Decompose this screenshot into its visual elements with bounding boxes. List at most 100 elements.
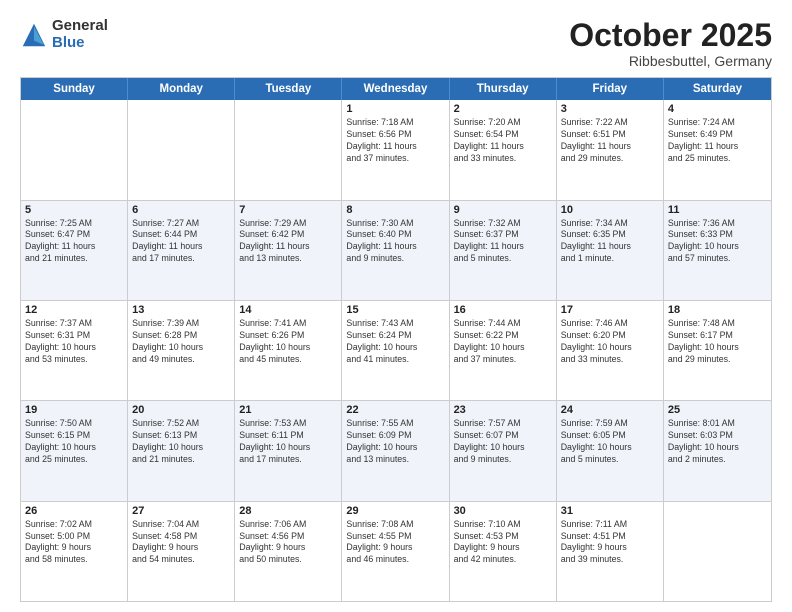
cal-cell-w0-d5: 3 Sunrise: 7:22 AM Sunset: 6:51 PM Daylig… <box>557 100 664 199</box>
day-info: Sunrise: 7:46 AM Sunset: 6:20 PM Dayligh… <box>561 318 659 366</box>
day-number: 22 <box>346 404 444 416</box>
day-number: 29 <box>346 505 444 517</box>
day-info: Sunrise: 7:39 AM Sunset: 6:28 PM Dayligh… <box>132 318 230 366</box>
day-info: Sunrise: 7:48 AM Sunset: 6:17 PM Dayligh… <box>668 318 767 366</box>
cal-cell-w1-d4: 9 Sunrise: 7:32 AM Sunset: 6:37 PM Daylig… <box>450 201 557 300</box>
cal-cell-w3-d3: 22 Sunrise: 7:55 AM Sunset: 6:09 PM Dayli… <box>342 401 449 500</box>
day-number: 20 <box>132 404 230 416</box>
cal-cell-w0-d1 <box>128 100 235 199</box>
logo-general-text: General <box>52 18 108 35</box>
week-row-1: 1 Sunrise: 7:18 AM Sunset: 6:56 PM Daylig… <box>21 100 771 200</box>
day-number: 13 <box>132 304 230 316</box>
cal-cell-w4-d0: 26 Sunrise: 7:02 AM Sunset: 5:00 PM Dayli… <box>21 502 128 601</box>
day-info: Sunrise: 7:04 AM Sunset: 4:58 PM Dayligh… <box>132 519 230 567</box>
day-number: 6 <box>132 204 230 216</box>
day-number: 9 <box>454 204 552 216</box>
day-number: 28 <box>239 505 337 517</box>
calendar-body: 1 Sunrise: 7:18 AM Sunset: 6:56 PM Daylig… <box>21 100 771 601</box>
cal-cell-w2-d0: 12Sunrise: 7:37 AM Sunset: 6:31 PM Dayli… <box>21 301 128 400</box>
cal-cell-w0-d3: 1 Sunrise: 7:18 AM Sunset: 6:56 PM Daylig… <box>342 100 449 199</box>
week-row-3: 12Sunrise: 7:37 AM Sunset: 6:31 PM Dayli… <box>21 301 771 401</box>
day-info: Sunrise: 7:11 AM Sunset: 4:51 PM Dayligh… <box>561 519 659 567</box>
day-info: Sunrise: 7:50 AM Sunset: 6:15 PM Dayligh… <box>25 418 123 466</box>
day-info: Sunrise: 7:02 AM Sunset: 5:00 PM Dayligh… <box>25 519 123 567</box>
week-row-5: 26 Sunrise: 7:02 AM Sunset: 5:00 PM Dayli… <box>21 502 771 601</box>
logo-blue-text: Blue <box>52 35 108 52</box>
cal-cell-w1-d5: 10Sunrise: 7:34 AM Sunset: 6:35 PM Dayli… <box>557 201 664 300</box>
day-info: Sunrise: 7:44 AM Sunset: 6:22 PM Dayligh… <box>454 318 552 366</box>
logo: General Blue <box>20 18 108 51</box>
header-monday: Monday <box>128 78 235 100</box>
day-number: 1 <box>346 103 444 115</box>
day-number: 16 <box>454 304 552 316</box>
day-info: Sunrise: 7:43 AM Sunset: 6:24 PM Dayligh… <box>346 318 444 366</box>
day-info: Sunrise: 7:53 AM Sunset: 6:11 PM Dayligh… <box>239 418 337 466</box>
day-number: 2 <box>454 103 552 115</box>
cal-cell-w3-d6: 25Sunrise: 8:01 AM Sunset: 6:03 PM Dayli… <box>664 401 771 500</box>
cal-cell-w1-d6: 11 Sunrise: 7:36 AM Sunset: 6:33 PM Dayli… <box>664 201 771 300</box>
cal-cell-w0-d6: 4 Sunrise: 7:24 AM Sunset: 6:49 PM Daylig… <box>664 100 771 199</box>
day-info: Sunrise: 7:27 AM Sunset: 6:44 PM Dayligh… <box>132 218 230 266</box>
day-info: Sunrise: 7:55 AM Sunset: 6:09 PM Dayligh… <box>346 418 444 466</box>
day-info: Sunrise: 7:29 AM Sunset: 6:42 PM Dayligh… <box>239 218 337 266</box>
day-info: Sunrise: 7:22 AM Sunset: 6:51 PM Dayligh… <box>561 117 659 165</box>
day-info: Sunrise: 7:52 AM Sunset: 6:13 PM Dayligh… <box>132 418 230 466</box>
cal-cell-w3-d4: 23 Sunrise: 7:57 AM Sunset: 6:07 PM Dayli… <box>450 401 557 500</box>
cal-cell-w2-d6: 18 Sunrise: 7:48 AM Sunset: 6:17 PM Dayli… <box>664 301 771 400</box>
day-number: 18 <box>668 304 767 316</box>
day-info: Sunrise: 7:37 AM Sunset: 6:31 PM Dayligh… <box>25 318 123 366</box>
day-info: Sunrise: 7:08 AM Sunset: 4:55 PM Dayligh… <box>346 519 444 567</box>
day-number: 26 <box>25 505 123 517</box>
week-row-4: 19 Sunrise: 7:50 AM Sunset: 6:15 PM Dayli… <box>21 401 771 501</box>
day-info: Sunrise: 7:57 AM Sunset: 6:07 PM Dayligh… <box>454 418 552 466</box>
day-number: 27 <box>132 505 230 517</box>
day-number: 4 <box>668 103 767 115</box>
header-saturday: Saturday <box>664 78 771 100</box>
day-number: 21 <box>239 404 337 416</box>
logo-icon <box>20 21 48 49</box>
day-number: 11 <box>668 204 767 216</box>
cal-cell-w3-d5: 24Sunrise: 7:59 AM Sunset: 6:05 PM Dayli… <box>557 401 664 500</box>
day-info: Sunrise: 7:41 AM Sunset: 6:26 PM Dayligh… <box>239 318 337 366</box>
day-number: 5 <box>25 204 123 216</box>
day-info: Sunrise: 7:18 AM Sunset: 6:56 PM Dayligh… <box>346 117 444 165</box>
day-number: 30 <box>454 505 552 517</box>
cal-cell-w4-d6 <box>664 502 771 601</box>
cal-cell-w1-d2: 7 Sunrise: 7:29 AM Sunset: 6:42 PM Daylig… <box>235 201 342 300</box>
cal-cell-w4-d4: 30 Sunrise: 7:10 AM Sunset: 4:53 PM Dayli… <box>450 502 557 601</box>
day-number: 19 <box>25 404 123 416</box>
day-info: Sunrise: 7:24 AM Sunset: 6:49 PM Dayligh… <box>668 117 767 165</box>
day-number: 23 <box>454 404 552 416</box>
cal-cell-w0-d0 <box>21 100 128 199</box>
header: General Blue October 2025 Ribbesbuttel, … <box>20 18 772 69</box>
day-number: 31 <box>561 505 659 517</box>
day-number: 25 <box>668 404 767 416</box>
day-info: Sunrise: 7:32 AM Sunset: 6:37 PM Dayligh… <box>454 218 552 266</box>
day-info: Sunrise: 7:30 AM Sunset: 6:40 PM Dayligh… <box>346 218 444 266</box>
day-number: 24 <box>561 404 659 416</box>
day-number: 7 <box>239 204 337 216</box>
header-tuesday: Tuesday <box>235 78 342 100</box>
day-info: Sunrise: 7:36 AM Sunset: 6:33 PM Dayligh… <box>668 218 767 266</box>
cal-cell-w1-d3: 8 Sunrise: 7:30 AM Sunset: 6:40 PM Daylig… <box>342 201 449 300</box>
calendar: Sunday Monday Tuesday Wednesday Thursday… <box>20 77 772 602</box>
title-block: October 2025 Ribbesbuttel, Germany <box>569 18 772 69</box>
calendar-subtitle: Ribbesbuttel, Germany <box>569 53 772 69</box>
cal-cell-w4-d2: 28 Sunrise: 7:06 AM Sunset: 4:56 PM Dayli… <box>235 502 342 601</box>
day-number: 8 <box>346 204 444 216</box>
cal-cell-w4-d1: 27 Sunrise: 7:04 AM Sunset: 4:58 PM Dayli… <box>128 502 235 601</box>
cal-cell-w2-d3: 15Sunrise: 7:43 AM Sunset: 6:24 PM Dayli… <box>342 301 449 400</box>
cal-cell-w1-d0: 5Sunrise: 7:25 AM Sunset: 6:47 PM Daylig… <box>21 201 128 300</box>
day-info: Sunrise: 7:10 AM Sunset: 4:53 PM Dayligh… <box>454 519 552 567</box>
logo-text: General Blue <box>52 18 108 51</box>
day-number: 3 <box>561 103 659 115</box>
cal-cell-w3-d2: 21 Sunrise: 7:53 AM Sunset: 6:11 PM Dayli… <box>235 401 342 500</box>
cal-cell-w2-d2: 14Sunrise: 7:41 AM Sunset: 6:26 PM Dayli… <box>235 301 342 400</box>
day-info: Sunrise: 7:34 AM Sunset: 6:35 PM Dayligh… <box>561 218 659 266</box>
cal-cell-w3-d0: 19 Sunrise: 7:50 AM Sunset: 6:15 PM Dayli… <box>21 401 128 500</box>
day-info: Sunrise: 7:06 AM Sunset: 4:56 PM Dayligh… <box>239 519 337 567</box>
cal-cell-w2-d4: 16 Sunrise: 7:44 AM Sunset: 6:22 PM Dayli… <box>450 301 557 400</box>
page: General Blue October 2025 Ribbesbuttel, … <box>0 0 792 612</box>
header-wednesday: Wednesday <box>342 78 449 100</box>
cal-cell-w3-d1: 20 Sunrise: 7:52 AM Sunset: 6:13 PM Dayli… <box>128 401 235 500</box>
